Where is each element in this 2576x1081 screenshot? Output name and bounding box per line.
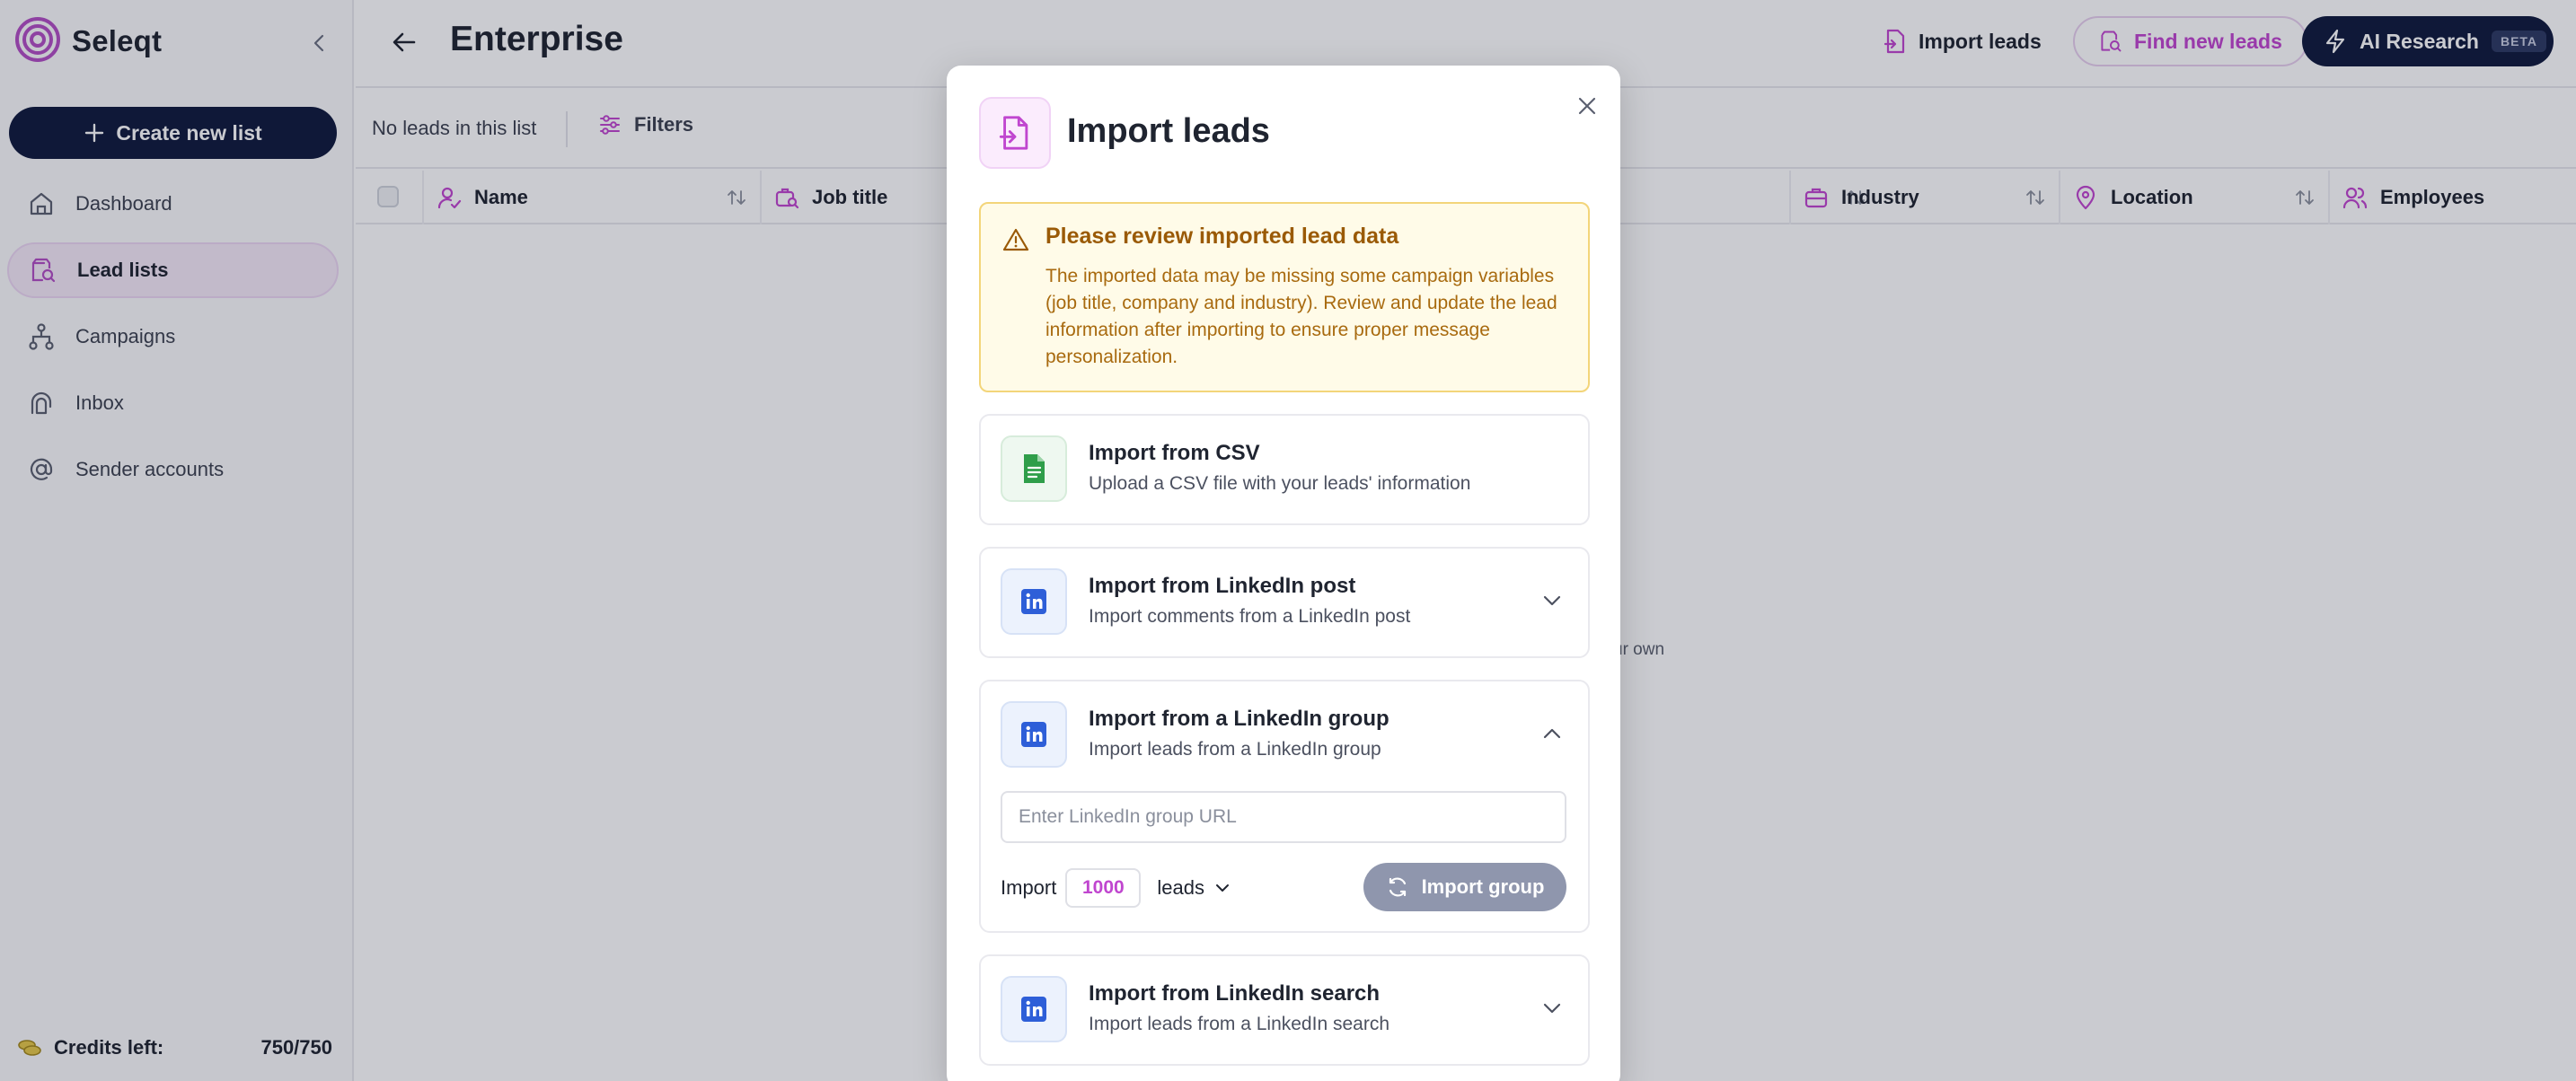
- review-warning-banner: Please review imported lead data The imp…: [979, 202, 1590, 392]
- csv-file-icon: [1001, 435, 1067, 502]
- close-modal-button[interactable]: [1566, 85, 1608, 127]
- option-subtitle: Upload a CSV file with your leads' infor…: [1089, 473, 1471, 494]
- leads-unit-label: leads: [1157, 876, 1204, 899]
- option-subtitle: Import comments from a LinkedIn post: [1089, 606, 1411, 627]
- refresh-icon: [1389, 877, 1406, 897]
- option-title: Import from a LinkedIn group: [1089, 707, 1389, 731]
- linkedin-icon: [1001, 701, 1067, 768]
- option-subtitle: Import leads from a LinkedIn group: [1089, 739, 1381, 760]
- chevron-down-icon[interactable]: [1538, 586, 1566, 615]
- import-linkedin-post-option[interactable]: Import from LinkedIn post Import comment…: [979, 547, 1590, 658]
- import-leads-modal: Import leads Please review imported lead…: [947, 66, 1620, 1081]
- linkedin-icon: [1001, 976, 1067, 1042]
- chevron-down-icon: [1215, 884, 1229, 892]
- import-group-label: Import group: [1421, 875, 1545, 898]
- import-count-label: Import: [1001, 876, 1057, 899]
- import-group-button[interactable]: Import group: [1363, 863, 1566, 911]
- warning-title: Please review imported lead data: [1045, 224, 1399, 249]
- warning-text: The imported data may be missing some ca…: [1045, 266, 1557, 367]
- import-linkedin-search-option[interactable]: Import from LinkedIn search Import leads…: [979, 954, 1590, 1066]
- import-csv-option[interactable]: Import from CSV Upload a CSV file with y…: [979, 414, 1590, 525]
- linkedin-group-url-input[interactable]: [1001, 791, 1566, 843]
- import-linkedin-group-option: Import from a LinkedIn group Import lead…: [979, 680, 1590, 933]
- lead-count-input[interactable]: 1000: [1065, 868, 1142, 908]
- chevron-down-icon[interactable]: [1538, 994, 1566, 1023]
- warning-triangle-icon: [1002, 228, 1029, 251]
- linkedin-icon: [1001, 568, 1067, 635]
- close-icon: [1578, 97, 1596, 115]
- chevron-up-icon[interactable]: [1538, 719, 1566, 748]
- option-title: Import from LinkedIn search: [1089, 981, 1381, 1006]
- option-title: Import from CSV: [1089, 441, 1260, 465]
- modal-title: Import leads: [1067, 112, 1270, 150]
- option-subtitle: Import leads from a LinkedIn search: [1089, 1014, 1389, 1034]
- import-count-row: Import 1000 leads Import group: [1001, 863, 1566, 913]
- file-import-icon: [979, 97, 1051, 169]
- leads-unit-dropdown[interactable]: leads: [1157, 876, 1231, 900]
- option-title: Import from LinkedIn post: [1089, 574, 1356, 598]
